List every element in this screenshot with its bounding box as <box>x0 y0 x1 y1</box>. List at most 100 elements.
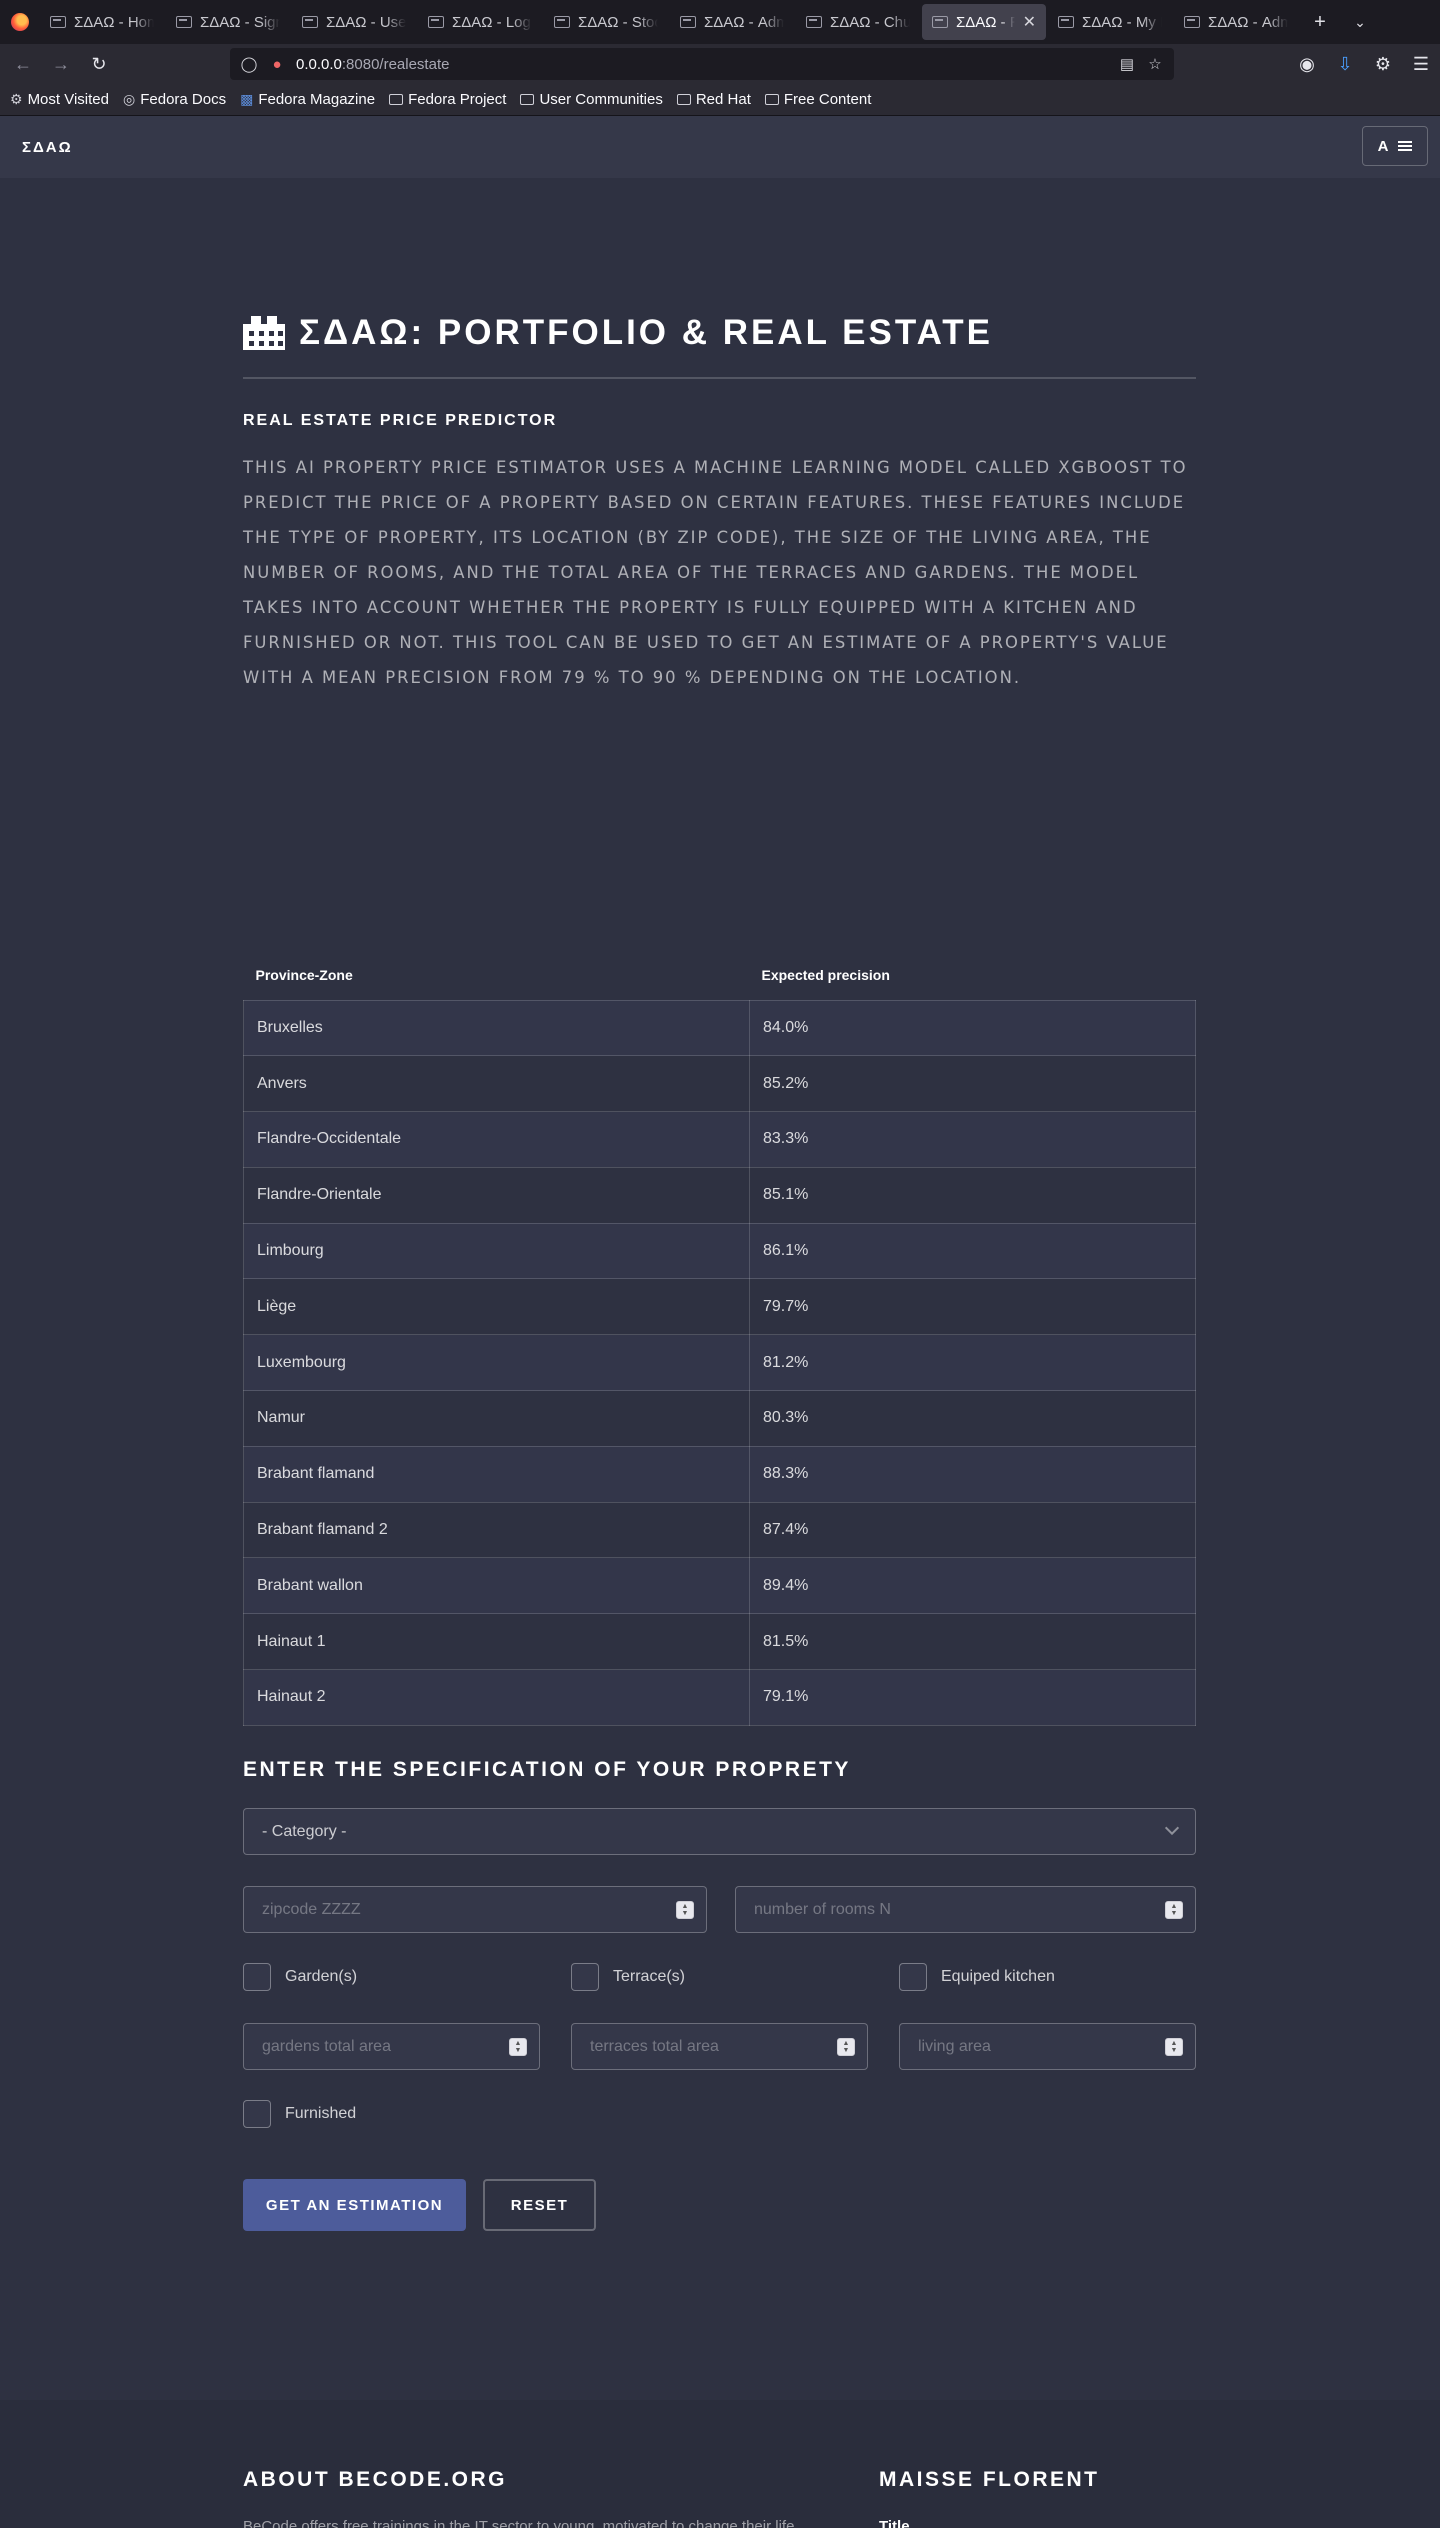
furnished-checkbox[interactable]: Furnished <box>243 2100 356 2128</box>
reader-view-icon[interactable]: ▤ <box>1118 55 1136 73</box>
garden-label: Garden(s) <box>285 1968 358 1985</box>
terrace-checkbox-box[interactable] <box>571 1963 599 1991</box>
bookmark-user-communities[interactable]: User Communities <box>520 91 663 108</box>
app-menu-icon[interactable]: ☰ <box>1402 48 1440 80</box>
menu-button[interactable]: A <box>1362 126 1428 166</box>
bookmark-most-visited[interactable]: ⚙ Most Visited <box>10 91 109 108</box>
table-row: Brabant wallon 89.4% <box>243 1557 1196 1615</box>
terraces-area-input-wrap: ▲▼ <box>571 2023 868 2070</box>
page-title-text: ΣΔΑΩ: PORTFOLIO & REAL ESTATE <box>299 313 993 352</box>
browser-tab[interactable]: ΣΔΑΩ - Home <box>40 4 164 40</box>
footer-about-title: ABOUT BECODE.ORG <box>243 2468 508 2491</box>
rooms-stepper-icon[interactable]: ▲ ▼ <box>1165 1901 1183 1919</box>
terrace-checkbox[interactable]: Terrace(s) <box>571 1963 685 1991</box>
browser-tab[interactable]: ΣΔΑΩ - Admin <box>1174 4 1298 40</box>
browser-tab-bar: ΣΔΑΩ - Home ΣΔΑΩ - Signup ΣΔΑΩ - Users ΣΔΑΩ… <box>0 0 1440 44</box>
gardens-area-stepper-icon[interactable]: ▲ ▼ <box>509 2038 527 2056</box>
living-area-input[interactable] <box>900 2024 1195 2069</box>
precision-cell: 88.3% <box>749 1445 1196 1503</box>
shield-icon[interactable]: ◯ <box>240 55 258 73</box>
rooms-input[interactable] <box>736 1887 1195 1932</box>
url-text[interactable]: 0.0.0.0:8080/realestate <box>296 56 1108 73</box>
bookmark-star-icon[interactable]: ☆ <box>1146 55 1164 73</box>
download-icon[interactable]: ⇩ <box>1326 48 1364 80</box>
kitchen-checkbox[interactable]: Equiped kitchen <box>899 1963 1055 1991</box>
table-row: Brabant flamand 88.3% <box>243 1445 1196 1503</box>
site-logo[interactable]: ΣΔΑΩ <box>22 139 73 156</box>
province-cell: Brabant wallon <box>243 1557 750 1615</box>
table-row: Liège 79.7% <box>243 1278 1196 1336</box>
menu-label: A <box>1377 137 1389 155</box>
precision-cell: 79.1% <box>749 1669 1196 1726</box>
province-cell: Limbourg <box>243 1222 750 1280</box>
browser-tab[interactable]: ΣΔΑΩ - Users <box>292 4 416 40</box>
zipcode-input[interactable] <box>244 1887 706 1932</box>
furnished-checkbox-box[interactable] <box>243 2100 271 2128</box>
pocket-icon[interactable]: ◉ <box>1288 48 1326 80</box>
browser-nav-bar: ← → ↻ ◯ ● 0.0.0.0:8080/realestate ▤ ☆ ◉ … <box>0 44 1440 84</box>
tab-favicon-icon <box>302 16 318 28</box>
new-tab-button[interactable]: + <box>1300 4 1340 40</box>
table-row: Hainaut 2 79.1% <box>243 1669 1196 1726</box>
tab-title: ΣΔΑΩ - Users <box>326 13 406 31</box>
page-title: ΣΔΑΩ: PORTFOLIO & REAL ESTATE <box>243 313 1196 353</box>
kitchen-checkbox-box[interactable] <box>899 1963 927 1991</box>
tab-title: ΣΔΑΩ - Home <box>74 13 154 31</box>
bookmark-free-content[interactable]: Free Content <box>764 91 871 108</box>
bookmark-red-hat[interactable]: Red Hat <box>676 91 751 108</box>
garden-checkbox[interactable]: Garden(s) <box>243 1963 357 1991</box>
bookmark-label: Fedora Project <box>408 91 507 108</box>
browser-tab[interactable]: ΣΔΑΩ - My Profile <box>1048 4 1172 40</box>
lock-icon[interactable]: ● <box>268 56 286 73</box>
bookmark-fedora-docs[interactable]: ◎ Fedora Docs <box>123 91 226 108</box>
province-cell: Liège <box>243 1278 750 1336</box>
browser-tab[interactable]: ΣΔΑΩ - Login <box>418 4 542 40</box>
folder-icon <box>520 94 535 105</box>
living-area-stepper-icon[interactable]: ▲ ▼ <box>1165 2038 1183 2056</box>
back-arrow-icon[interactable]: ← <box>4 48 42 80</box>
garden-checkbox-box[interactable] <box>243 1963 271 1991</box>
browser-tab[interactable]: ΣΔΑΩ - Signup <box>166 4 290 40</box>
browser-tab[interactable]: ΣΔΑΩ - Admin <box>670 4 794 40</box>
browser-tab[interactable]: ΣΔΑΩ - Churn <box>796 4 920 40</box>
url-bar[interactable]: ◯ ● 0.0.0.0:8080/realestate ▤ ☆ <box>230 48 1174 80</box>
footer-about-text: BeCode offers free trainings in the IT s… <box>243 2518 795 2528</box>
precision-cell: 85.1% <box>749 1166 1196 1224</box>
living-area-input-wrap: ▲▼ <box>899 2023 1196 2070</box>
tab-favicon-icon <box>428 16 444 28</box>
footer: ABOUT BECODE.ORG MAISSE FLORENT BeCode o… <box>0 2400 1440 2528</box>
zipcode-stepper-icon[interactable]: ▲ ▼ <box>676 1901 694 1919</box>
forward-arrow-icon[interactable]: → <box>42 48 80 80</box>
building-icon <box>243 316 285 350</box>
bookmark-fedora-project[interactable]: Fedora Project <box>389 91 506 108</box>
get-estimation-button[interactable]: GET AN ESTIMATION <box>243 2179 466 2231</box>
reload-icon[interactable]: ↻ <box>80 48 118 80</box>
table-row: Limbourg 86.1% <box>243 1222 1196 1280</box>
table-row: Hainaut 1 81.5% <box>243 1613 1196 1671</box>
description-text: THIS AI PROPERTY PRICE ESTIMATOR USES A … <box>243 458 1188 687</box>
close-tab-icon[interactable]: ✕ <box>1023 12 1036 32</box>
folder-icon <box>764 94 779 105</box>
bookmark-label: User Communities <box>539 91 663 108</box>
province-cell: Hainaut 2 <box>243 1669 750 1726</box>
terraces-area-stepper-icon[interactable]: ▲ ▼ <box>837 2038 855 2056</box>
firefox-icon[interactable] <box>0 0 40 44</box>
browser-tab[interactable]: ΣΔΑΩ - Stock <box>544 4 668 40</box>
province-cell: Anvers <box>243 1055 750 1113</box>
precision-cell: 85.2% <box>749 1055 1196 1113</box>
bookmark-fedora-magazine[interactable]: ▩ Fedora Magazine <box>240 91 375 108</box>
table-row: Bruxelles 84.0% <box>243 999 1196 1057</box>
reset-button[interactable]: RESET <box>483 2179 596 2231</box>
extensions-icon[interactable]: ⚙ <box>1364 48 1402 80</box>
bookmark-label: Fedora Docs <box>140 91 227 108</box>
table-row: Flandre-Orientale 85.1% <box>243 1166 1196 1224</box>
gardens-area-input[interactable] <box>244 2024 539 2069</box>
category-select[interactable]: - Category - <box>243 1808 1196 1855</box>
folder-icon <box>676 94 691 105</box>
browser-tab[interactable]: ΣΔΑΩ - Real Estate ✕ <box>922 4 1046 40</box>
province-cell: Hainaut 1 <box>243 1613 750 1671</box>
terraces-area-input[interactable] <box>572 2024 867 2069</box>
title-divider <box>243 377 1196 379</box>
list-tabs-chevron-icon[interactable]: ⌄ <box>1340 4 1380 40</box>
precision-cell: 81.5% <box>749 1613 1196 1671</box>
